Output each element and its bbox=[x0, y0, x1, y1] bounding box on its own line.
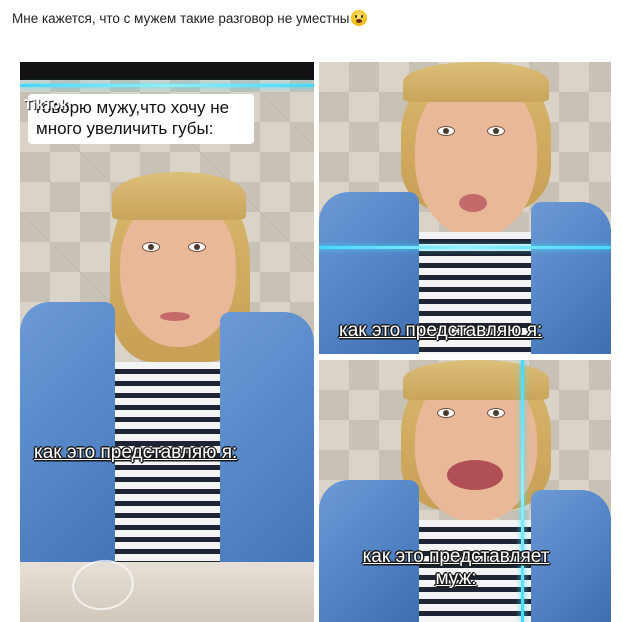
bangs bbox=[112, 172, 246, 220]
post-text: Мне кажется, что с мужем такие разговор … bbox=[12, 10, 367, 26]
duck-lips-mouth bbox=[447, 460, 503, 490]
mouth bbox=[459, 194, 487, 212]
bottom-right-panel: как это представляет муж: bbox=[319, 360, 611, 622]
table bbox=[20, 562, 314, 622]
left-eye bbox=[142, 242, 160, 252]
bottom-right-caption: как это представляет муж: bbox=[345, 546, 567, 590]
left-eye bbox=[437, 126, 455, 136]
right-eye bbox=[487, 408, 505, 418]
woman-figure bbox=[20, 62, 314, 622]
mouth bbox=[160, 312, 190, 321]
left-caption: как это представляю я: bbox=[34, 442, 238, 463]
tiktok-logo-label: TikTok bbox=[24, 96, 68, 112]
scan-line bbox=[20, 84, 314, 87]
right-eye bbox=[487, 126, 505, 136]
left-panel: говорю мужу,что хочу не много увеличить … bbox=[20, 62, 314, 622]
top-right-panel: как это представляю я: bbox=[319, 62, 611, 354]
scream-emoji-icon bbox=[350, 10, 367, 26]
left-eye bbox=[437, 408, 455, 418]
scan-line bbox=[319, 246, 611, 249]
right-eye bbox=[188, 242, 206, 252]
bottom-right-caption-line2: муж: bbox=[435, 567, 477, 589]
jacket-right bbox=[531, 202, 611, 354]
bottom-right-caption-line1: как это представляет bbox=[362, 546, 550, 567]
post-text-content: Мне кажется, что с мужем такие разговор … bbox=[12, 11, 350, 26]
bangs bbox=[403, 360, 549, 400]
top-right-caption: как это представляю я: bbox=[339, 320, 543, 341]
bangs bbox=[403, 62, 549, 102]
woman-figure bbox=[319, 62, 611, 354]
